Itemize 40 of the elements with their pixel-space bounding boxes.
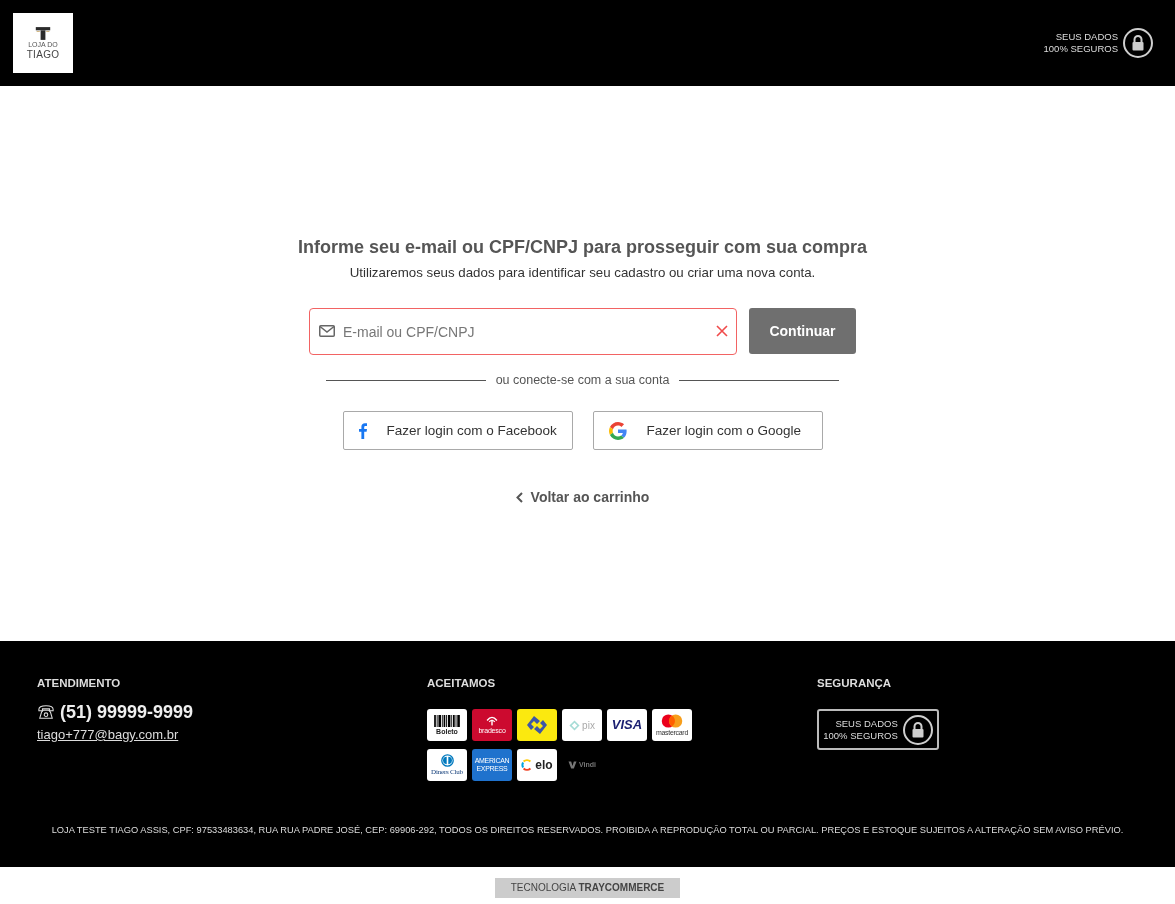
payment-label: pix: [582, 719, 595, 731]
v-mark-icon: [568, 761, 577, 769]
logo-text: TIAGO: [26, 48, 60, 60]
security-label: SEUS DADOS: [835, 717, 898, 730]
subtitle-text: Utilizaremos seus dados para identificar seu cadastro ou criar uma nova conta.: [349, 264, 816, 281]
chevron-left-icon: [515, 491, 523, 503]
divider-text: ou conecte-se com a sua conta: [495, 373, 670, 387]
section-heading: ATENDIMENTO: [37, 676, 121, 690]
email-link[interactable]: tiago+777@bagy.com.br: [37, 727, 179, 743]
facebook-icon: [358, 422, 367, 439]
diamond-icon: [569, 719, 581, 731]
clear-icon[interactable]: [716, 325, 728, 337]
continue-button[interactable]: Continuar: [749, 308, 856, 354]
page-title: Informe seu e-mail ou CPF/CNPJ para prosseguir com sua compra: [297, 236, 868, 258]
ring-icon: [521, 759, 534, 771]
legal-notice: LOJA TESTE TIAGO ASSIS, CPF: 97533483634, RUA RUA PADRE JOSÉ, CEP: 69906-292, TODOS OS DIREITOS RESERVADOS. PROIBIDA A REPRODUÇÃO TOTAL OU PARCIAL. PREÇOS E ESTOQUE SUJEITOS A ALTERAÇÃO SEM AVISO PRÉVIO.: [50, 824, 1125, 836]
payment-label: VISA: [611, 718, 643, 732]
tree-icon: [485, 715, 499, 726]
section-heading: ACEITAMOS: [427, 676, 496, 690]
payment-label: elo: [535, 758, 553, 772]
mail-icon: [319, 325, 335, 337]
email-input-field[interactable]: E-mail ou CPF/CNPJ: [309, 308, 737, 355]
security-label: 100% SEGUROS: [1043, 43, 1118, 55]
google-icon: [608, 421, 627, 440]
back-to-cart-link[interactable]: Voltar ao carrinho: [515, 488, 650, 506]
security-label: 100% SEGUROS: [823, 729, 898, 742]
lock-icon: [1123, 28, 1153, 58]
logo-mark-icon: [35, 26, 51, 40]
platform-credit: TECNOLOGIA TRAYCOMMERCE: [495, 878, 680, 898]
security-label: SEUS DADOS: [1055, 31, 1118, 43]
phone-icon: [37, 704, 55, 720]
section-heading: SEGURANÇA: [817, 676, 892, 690]
google-login-button[interactable]: Fazer login com o Google: [592, 411, 823, 450]
overlapping-circles-icon: [661, 713, 683, 728]
geometric-symbol-icon: [525, 715, 549, 735]
lock-icon: [902, 714, 933, 745]
phone-number: (51) 99999-9999: [60, 702, 194, 722]
barcode-icon: [433, 714, 461, 727]
facebook-login-button[interactable]: Fazer login com o Facebook: [342, 411, 573, 450]
split-circle-icon: [440, 754, 454, 767]
